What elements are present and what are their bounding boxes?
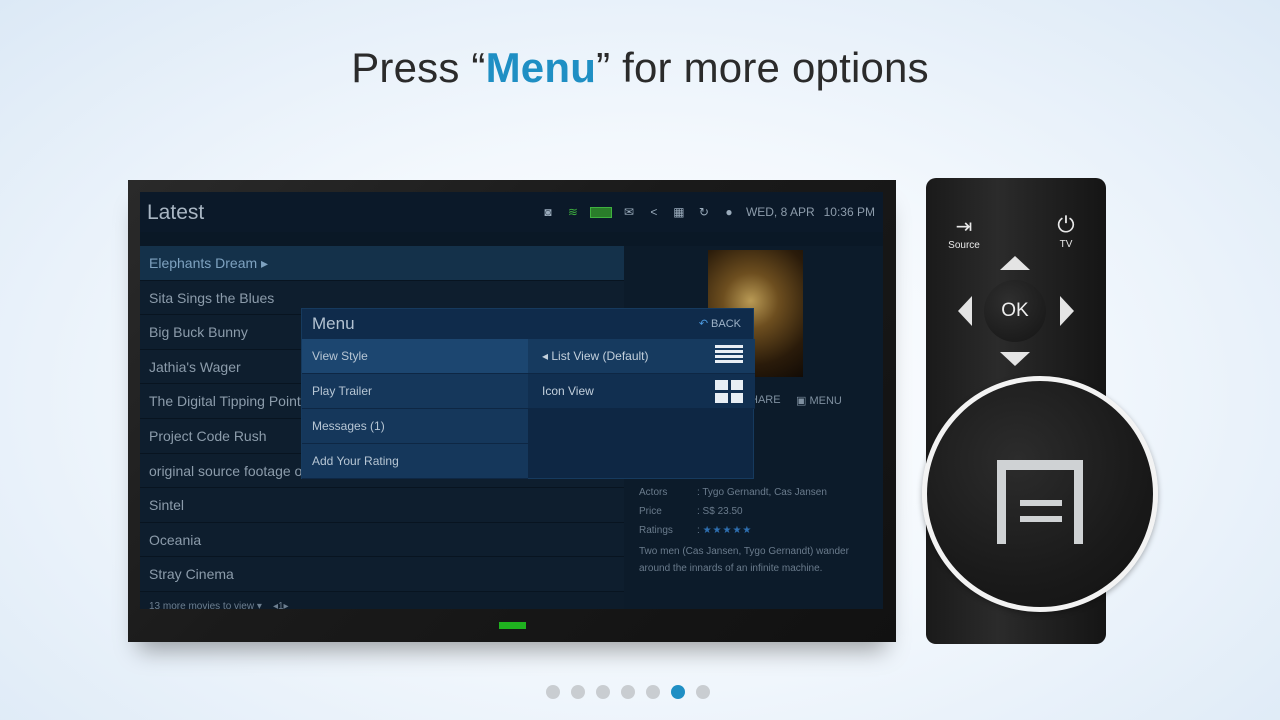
dpad-up-arrow[interactable] [1000, 256, 1030, 270]
tv-power-button[interactable]: ⏻ TV [1046, 212, 1086, 250]
price-value: : S$ 23.50 [697, 506, 743, 517]
page-dot[interactable] [546, 685, 560, 699]
power-icon: ⏻ [1057, 212, 1075, 237]
page-dot[interactable] [571, 685, 585, 699]
dpad-right-arrow[interactable] [1060, 296, 1074, 326]
wifi-icon: ≋ [567, 205, 578, 219]
mic-icon[interactable]: ● [721, 205, 737, 219]
page-dot[interactable] [696, 685, 710, 699]
menu-icon: ▣ [796, 395, 807, 407]
screen-topbar: Latest ◙ ≋ ✉ < ▦ ↻ ● WED, 8 APR 10:36 PM [140, 192, 883, 232]
menu-icon [997, 460, 1083, 544]
icon-view-icon [715, 380, 743, 403]
menu-item-view-style[interactable]: View Style [302, 339, 528, 374]
page-dot[interactable] [621, 685, 635, 699]
refresh-icon[interactable]: ↻ [696, 205, 712, 219]
menu-item-add-rating[interactable]: Add Your Rating [302, 444, 528, 479]
page-number: 1 [277, 601, 284, 609]
movie-description: Two men (Cas Jansen, Tygo Gernandt) wand… [639, 546, 849, 574]
rating-stars: ★★★★★ [702, 525, 753, 536]
share-icon[interactable]: < [646, 205, 662, 219]
back-arrow-icon: ↶ [698, 318, 709, 330]
tv-frame: Latest ◙ ≋ ✉ < ▦ ↻ ● WED, 8 APR 10:36 PM… [128, 180, 896, 642]
headline-suffix: ” for more options [596, 44, 929, 91]
status-time: 10:36 PM [823, 205, 875, 219]
more-movies-link[interactable]: 13 more movies to view [149, 601, 254, 609]
headline-keyword: Menu [485, 44, 597, 91]
list-item[interactable]: Stray Cinema [140, 557, 624, 592]
headline: Press “Menu” for more options [0, 44, 1280, 92]
actors-label: Actors [639, 487, 668, 498]
dpad-down-arrow[interactable] [1000, 352, 1030, 366]
list-item[interactable]: Elephants Dream ▸ [140, 246, 624, 281]
back-button[interactable]: ↶ BACK [699, 309, 741, 339]
menu-options: View Style Play Trailer Messages (1) Add… [302, 339, 528, 479]
headline-prefix: Press “ [351, 44, 486, 91]
tv-label: TV [1059, 239, 1073, 250]
status-date: WED, 8 APR [745, 205, 815, 219]
tv-power-led [499, 622, 526, 629]
selector-arrow-icon: ◂ [542, 349, 552, 363]
status-bar: ◙ ≋ ✉ < ▦ ↻ ● WED, 8 APR 10:36 PM [540, 205, 875, 219]
tv-screen: Latest ◙ ≋ ✉ < ▦ ↻ ● WED, 8 APR 10:36 PM… [140, 192, 883, 609]
menu-item-play-trailer[interactable]: Play Trailer [302, 374, 528, 409]
list-item[interactable]: Oceania [140, 522, 624, 558]
page-dot[interactable] [596, 685, 610, 699]
source-label: Source [948, 240, 980, 251]
film-icon[interactable]: ▦ [671, 205, 687, 219]
ratings-colon: : [697, 525, 700, 536]
page-dot[interactable] [646, 685, 660, 699]
screen-title: Latest [147, 201, 205, 224]
price-label: Price [639, 506, 662, 517]
menu-button[interactable]: ▣ MENU [796, 394, 842, 407]
page-indicator [546, 685, 710, 699]
source-icon: ⇥ [955, 216, 973, 238]
menu-dialog: Menu ↶ BACK View Style Play Trailer Messa… [301, 308, 755, 479]
option-list-view[interactable]: ◂ List View (Default) [528, 339, 755, 374]
list-item[interactable]: Sintel [140, 488, 624, 523]
list-view-icon [715, 345, 743, 368]
option-icon-view[interactable]: Icon View [528, 374, 755, 409]
ratings-label: Ratings [639, 525, 673, 536]
menu-title: Menu [312, 314, 355, 333]
profile-icon[interactable]: ◙ [540, 205, 556, 219]
actors-value: : Tygo Gernandt, Cas Jansen [697, 487, 827, 498]
view-style-options: ◂ List View (Default) Icon View [528, 339, 755, 409]
list-footer: 13 more movies to view ▾ ◂1▸ [140, 592, 624, 609]
source-button[interactable]: ⇥ Source [944, 214, 984, 251]
menu-item-messages[interactable]: Messages (1) [302, 409, 528, 444]
menu-header: Menu ↶ BACK [302, 309, 753, 339]
ok-button[interactable]: OK [984, 280, 1046, 342]
battery-icon [589, 206, 612, 218]
menu-button-magnified [922, 376, 1158, 612]
mail-icon[interactable]: ✉ [621, 205, 637, 219]
page-dot-active[interactable] [671, 685, 685, 699]
dpad-left-arrow[interactable] [958, 296, 972, 326]
